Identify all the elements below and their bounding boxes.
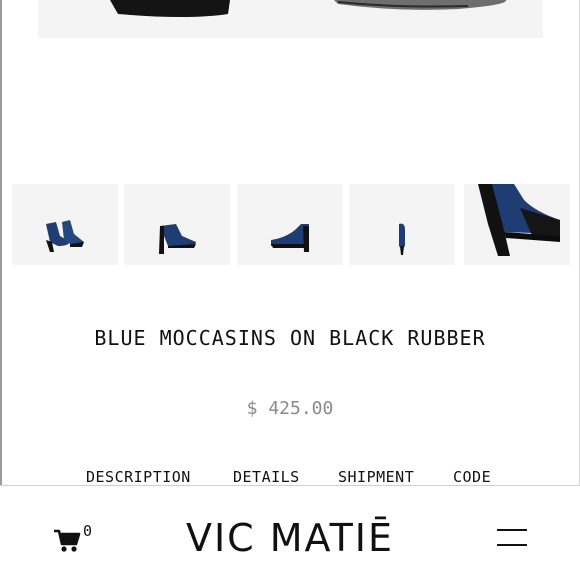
thumbnail-strip	[12, 184, 572, 265]
brand-logo[interactable]: VIC MATIĒ	[0, 516, 580, 560]
thumbnail-2[interactable]	[124, 184, 230, 265]
shoe-angle-image	[271, 224, 309, 252]
tab-details[interactable]: DETAILS	[233, 468, 300, 486]
menu-line-bottom	[497, 544, 527, 546]
menu-line-top	[497, 529, 527, 531]
thumbnail-5[interactable]	[464, 184, 570, 265]
tab-code[interactable]: CODE	[453, 468, 491, 486]
tab-shipment[interactable]: SHIPMENT	[338, 468, 414, 486]
product-main-image[interactable]	[38, 0, 543, 38]
hamburger-menu-icon[interactable]	[497, 529, 527, 551]
shoe-heel-closeup-image	[478, 184, 560, 256]
bottom-navigation-bar: 0 VIC MATIĒ	[0, 485, 580, 581]
product-price: $ 425.00	[246, 398, 334, 419]
shoe-image-main	[110, 0, 507, 17]
shoe-back-image	[399, 223, 405, 255]
shoe-pair-front-image	[46, 220, 84, 252]
thumbnail-4[interactable]	[349, 184, 455, 265]
shoe-side-image	[159, 224, 196, 254]
product-title: BLUE MOCCASINS ON BLACK RUBBER	[94, 326, 486, 350]
thumbnail-3[interactable]	[237, 184, 343, 265]
thumbnail-1[interactable]	[12, 184, 118, 265]
tab-description[interactable]: DESCRIPTION	[86, 468, 191, 486]
